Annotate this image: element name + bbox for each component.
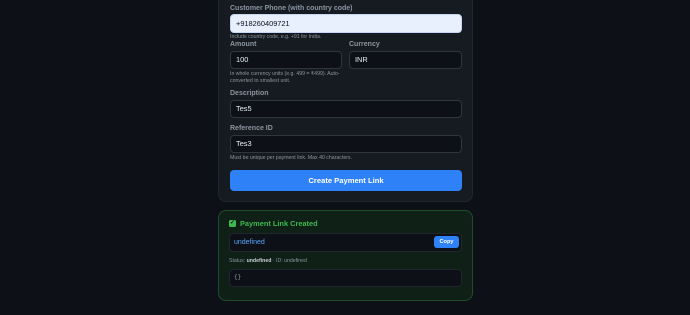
phone-label: Customer Phone (with country code) — [230, 5, 353, 12]
payment-link-result-card: ✓ Payment Link Created undefined Copy St… — [218, 210, 473, 301]
reference-id-input[interactable]: Tes3 — [230, 135, 462, 153]
payment-link-box: undefined Copy — [229, 233, 462, 252]
result-title: Payment Link Created — [240, 219, 318, 228]
phone-input[interactable]: +918260409721 — [230, 14, 462, 33]
phone-help-text: Include country code, e.g. +91 for India… — [230, 34, 322, 40]
copy-button[interactable]: Copy — [434, 236, 459, 248]
amount-help-text: In whole currency units (e.g. 499 = ₹499… — [230, 71, 340, 84]
status-prefix: Status: — [229, 258, 247, 264]
amount-label: Amount — [230, 41, 257, 48]
currency-input[interactable]: INR — [349, 51, 462, 69]
reference-help-text: Must be unique per payment link. Max 40 … — [230, 155, 352, 161]
payment-link-form: Customer Phone (with country code) +9182… — [218, 0, 473, 202]
link-id-text: · ID: undefined — [271, 258, 307, 264]
payment-link-url[interactable]: undefined — [234, 234, 265, 251]
create-payment-link-button[interactable]: Create Payment Link — [230, 170, 462, 191]
status-value: undefined — [246, 258, 272, 264]
description-input[interactable]: Tes5 — [230, 100, 462, 118]
reference-id-label: Reference ID — [230, 125, 273, 132]
description-label: Description — [230, 90, 269, 97]
amount-input[interactable]: 100 — [230, 51, 342, 69]
response-json-box: {} — [229, 269, 462, 287]
check-icon: ✓ — [229, 220, 236, 227]
status-line: Status: undefined · ID: undefined — [229, 258, 307, 264]
currency-label: Currency — [349, 41, 380, 48]
